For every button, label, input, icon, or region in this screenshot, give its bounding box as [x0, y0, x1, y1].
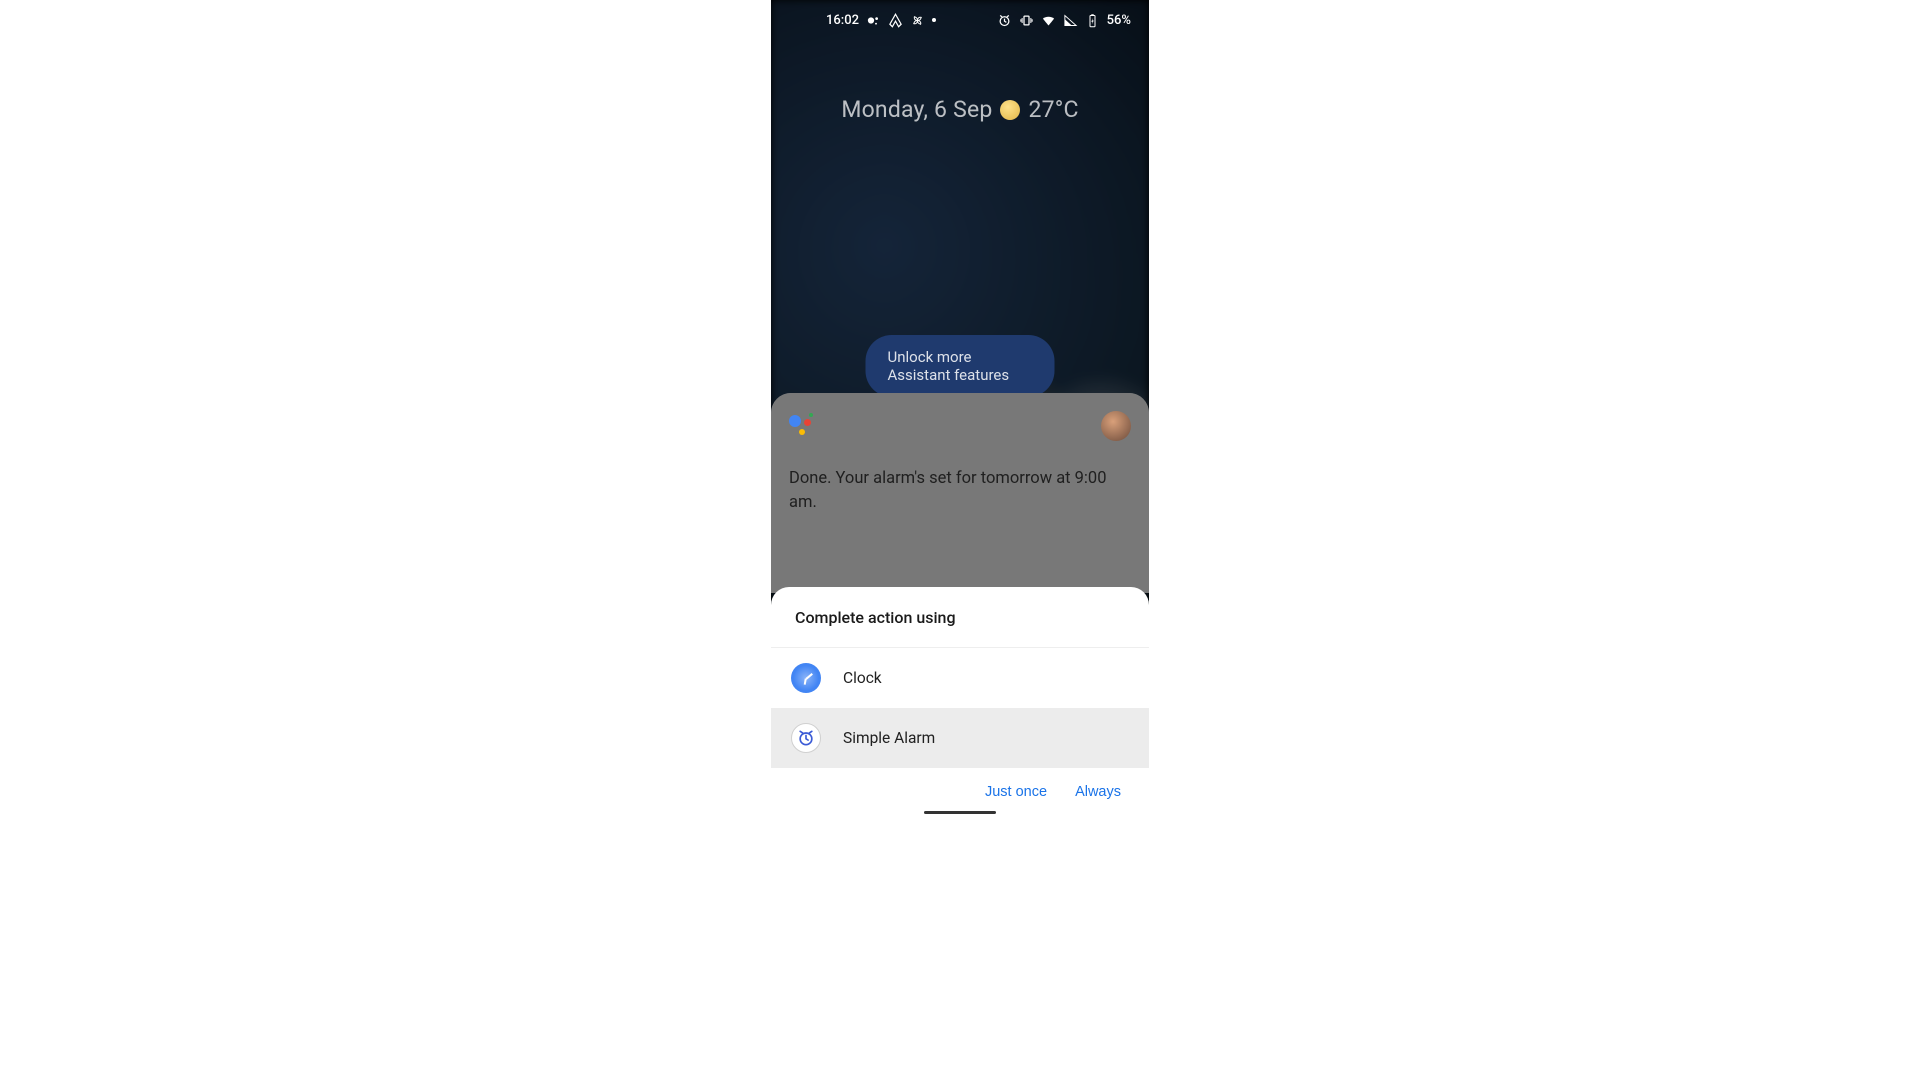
status-bar: 16:02 [771, 0, 1149, 40]
assistant-response-card: Done. Your alarm's set for tomorrow at 9… [771, 393, 1149, 593]
notification-dot-icon [932, 18, 936, 22]
user-avatar[interactable] [1101, 411, 1131, 441]
option-clock-label: Clock [843, 669, 882, 687]
status-time: 16:02 [826, 13, 859, 28]
assistant-dots-icon [866, 13, 881, 28]
date-label: Monday, 6 Sep [841, 96, 992, 123]
battery-icon [1085, 13, 1100, 28]
complete-action-sheet: Complete action using Clock Simple Alarm… [771, 587, 1149, 818]
option-simple-alarm[interactable]: Simple Alarm [771, 708, 1149, 768]
assistant-response-text: Done. Your alarm's set for tomorrow at 9… [789, 467, 1131, 516]
status-bar-right: 56% [997, 13, 1131, 28]
sheet-actions: Just once Always [771, 768, 1149, 810]
signal-icon [1063, 13, 1078, 28]
option-clock[interactable]: Clock [771, 648, 1149, 708]
simple-alarm-app-icon [791, 723, 821, 753]
phone-frame: 16:02 [771, 0, 1149, 818]
date-weather-widget[interactable]: Monday, 6 Sep 27°C [771, 96, 1149, 123]
alarm-icon [997, 13, 1012, 28]
weather-sunny-icon [1000, 100, 1020, 120]
wifi-icon [1041, 13, 1056, 28]
temperature-label: 27°C [1028, 96, 1078, 123]
just-once-button[interactable]: Just once [985, 784, 1047, 800]
option-simple-alarm-label: Simple Alarm [843, 729, 935, 747]
sheet-title: Complete action using [771, 587, 1149, 648]
status-bar-left: 16:02 [826, 13, 936, 28]
gesture-nav-handle[interactable] [924, 811, 996, 814]
fan-icon [910, 13, 925, 28]
assistant-unlock-label: Unlock more Assistant features [888, 348, 1010, 384]
assistant-logo-icon [789, 413, 815, 439]
clock-app-icon [791, 663, 821, 693]
vibrate-icon [1019, 13, 1034, 28]
always-button[interactable]: Always [1075, 784, 1121, 800]
assistant-unlock-button[interactable]: Unlock more Assistant features [866, 335, 1055, 397]
drive-icon [888, 13, 903, 28]
status-battery-percent: 56% [1107, 13, 1131, 28]
